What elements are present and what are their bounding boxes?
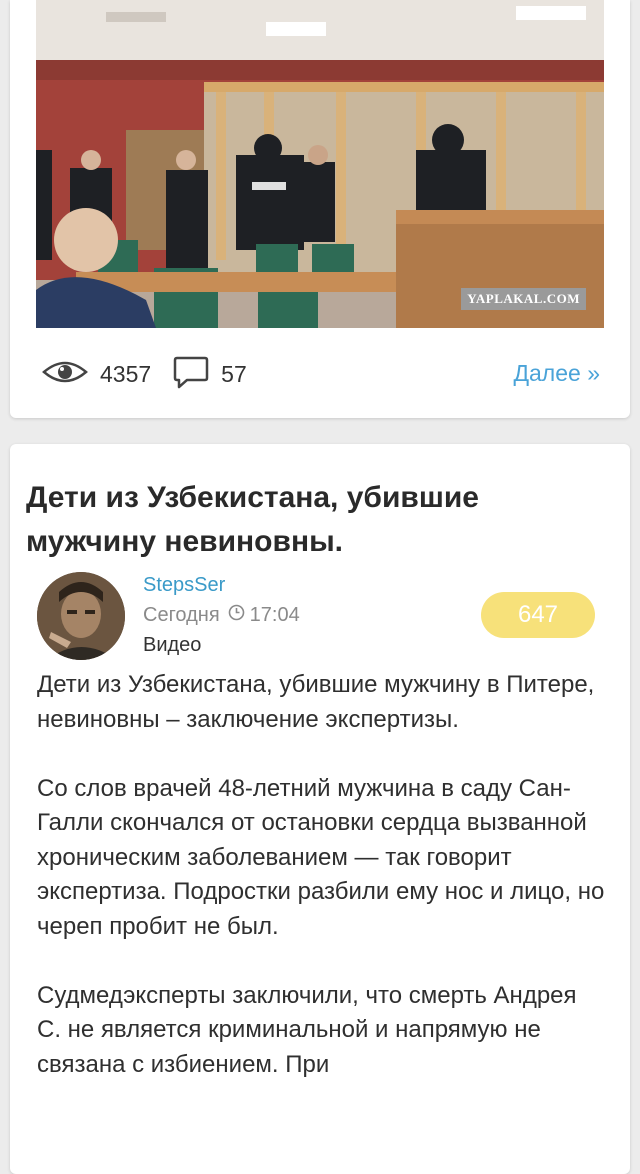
photo-watermark: YAPLAKAL.COM bbox=[461, 288, 586, 310]
author-name[interactable]: StepsSer bbox=[143, 574, 225, 597]
post-time: 17:04 bbox=[249, 604, 300, 626]
date-label: Сегодня bbox=[143, 604, 220, 626]
comments-count[interactable]: 57 bbox=[221, 361, 247, 388]
views-count: 4357 bbox=[100, 360, 152, 387]
body-paragraph: Дети из Узбекистана, убившие мужчину в П… bbox=[37, 671, 595, 733]
speech-bubble-icon[interactable] bbox=[173, 355, 209, 394]
courtroom-image bbox=[36, 0, 604, 328]
read-more-link[interactable]: Далее » bbox=[513, 360, 600, 387]
post-category[interactable]: Видео bbox=[143, 634, 201, 657]
eye-icon bbox=[42, 358, 88, 391]
body-paragraph: Со слов врачей 48-летний мужчина в саду … bbox=[37, 774, 605, 940]
post-date: Сегодня 17:04 bbox=[143, 604, 300, 627]
post-stats: 4357 57 Далее » bbox=[42, 352, 602, 396]
avatar[interactable] bbox=[37, 572, 125, 660]
body-paragraph: Судмедэксперты заключили, что смерть Анд… bbox=[37, 981, 577, 1078]
post-card-previous: YAPLAKAL.COM 4357 57 Далее » bbox=[10, 0, 630, 418]
rating-badge[interactable]: 647 bbox=[481, 592, 595, 638]
clock-icon bbox=[228, 604, 245, 627]
post-body: Дети из Узбекистана, убившие мужчину в П… bbox=[37, 668, 607, 1117]
post-photo[interactable]: YAPLAKAL.COM bbox=[36, 0, 604, 328]
post-title[interactable]: Дети из Узбекистана, убившие мужчину нев… bbox=[26, 476, 586, 564]
